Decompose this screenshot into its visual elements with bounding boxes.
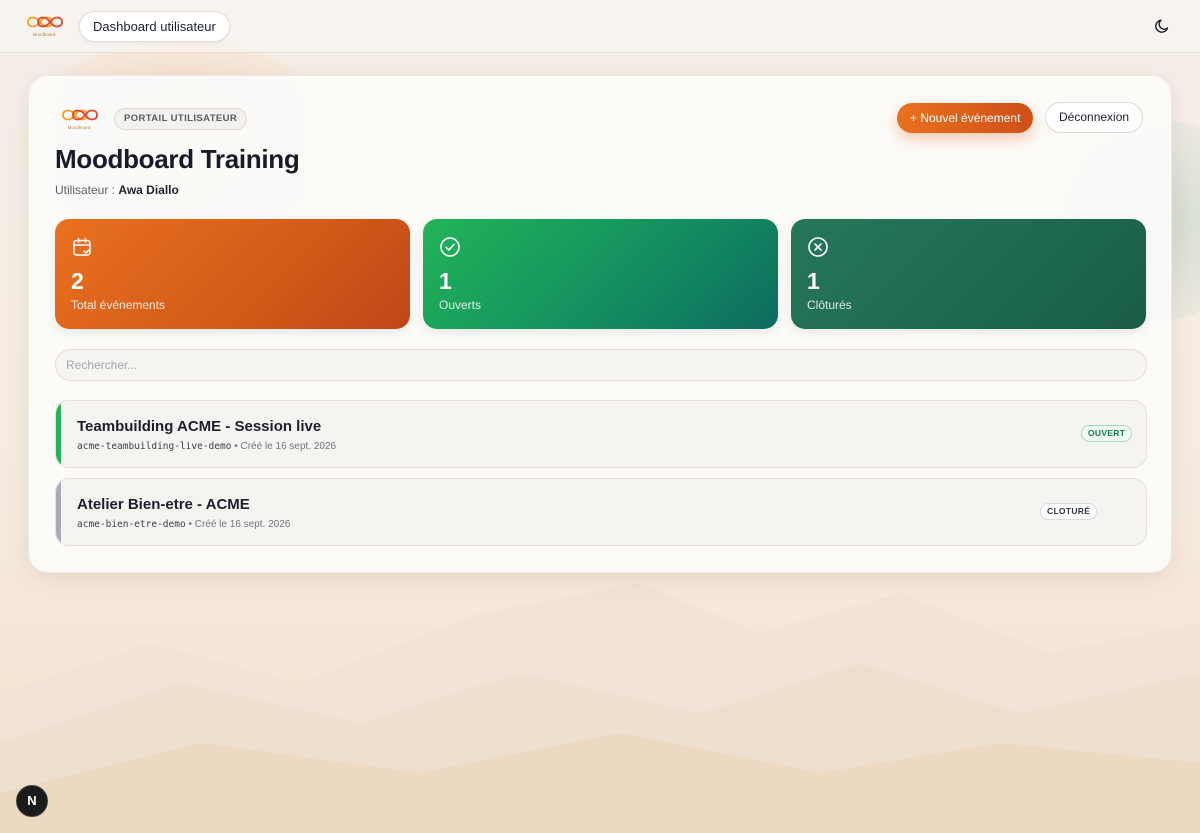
top-bar: Moodboard Dashboard utilisateur xyxy=(0,0,1200,53)
status-badge: CLOTURÉ xyxy=(1040,503,1098,520)
stat-label: Total événements xyxy=(71,298,166,312)
dashboard-button[interactable]: Dashboard utilisateur xyxy=(79,11,230,42)
stat-card-closed: 1 Clôturés xyxy=(791,219,1146,329)
event-row[interactable]: Atelier Bien-etre - ACME acme-bien-etre-… xyxy=(55,478,1147,546)
dashboard-card: Moodboard PORTAIL UTILISATEUR Moodboard … xyxy=(28,75,1172,573)
page-title: Moodboard Training xyxy=(55,144,300,174)
event-meta: acme-teambuilding-live-demo • Créé le 16… xyxy=(77,441,336,452)
svg-text:Moodboard: Moodboard xyxy=(33,32,56,37)
event-meta: acme-bien-etre-demo • Créé le 16 sept. 2… xyxy=(77,519,290,530)
stat-card-open: 1 Ouverts xyxy=(423,219,778,329)
logout-button[interactable]: Déconnexion xyxy=(1045,102,1144,133)
event-created: • Créé le 16 sept. 2026 xyxy=(234,441,337,452)
event-status-accent xyxy=(56,479,61,545)
x-circle-icon xyxy=(808,237,828,257)
user-line: Utilisateur : Awa Diallo xyxy=(55,183,179,197)
event-row[interactable]: Teambuilding ACME - Session live acme-te… xyxy=(55,400,1147,468)
new-event-button[interactable]: + Nouvel événement xyxy=(897,103,1034,133)
stat-label: Clôturés xyxy=(807,298,852,312)
moodboard-logo-icon[interactable]: Moodboard xyxy=(24,12,64,38)
event-name: Teambuilding ACME - Session live xyxy=(77,418,322,435)
moodboard-logo-icon: Moodboard xyxy=(62,109,98,130)
stat-value: 2 xyxy=(71,268,84,294)
event-name: Atelier Bien-etre - ACME xyxy=(77,496,250,513)
event-status-accent xyxy=(56,401,61,467)
moon-icon[interactable] xyxy=(1153,17,1171,35)
user-prefix: Utilisateur : xyxy=(55,183,116,197)
event-slug: acme-bien-etre-demo xyxy=(77,519,186,530)
event-created: • Créé le 16 sept. 2026 xyxy=(188,519,291,530)
calendar-check-icon xyxy=(73,237,91,256)
stat-value: 1 xyxy=(807,268,820,294)
check-circle-icon xyxy=(440,237,460,257)
background-mountains xyxy=(0,583,1200,833)
svg-text:Moodboard: Moodboard xyxy=(68,125,91,130)
portal-badge: PORTAIL UTILISATEUR xyxy=(114,108,248,130)
search-input[interactable] xyxy=(55,349,1147,381)
stat-card-total: 2 Total événements xyxy=(55,219,410,329)
event-slug: acme-teambuilding-live-demo xyxy=(77,441,232,452)
dev-tools-badge[interactable]: N xyxy=(16,785,48,817)
user-name: Awa Diallo xyxy=(118,183,179,197)
status-badge: OUVERT xyxy=(1081,425,1133,442)
stat-value: 1 xyxy=(439,268,452,294)
stat-label: Ouverts xyxy=(439,298,482,312)
